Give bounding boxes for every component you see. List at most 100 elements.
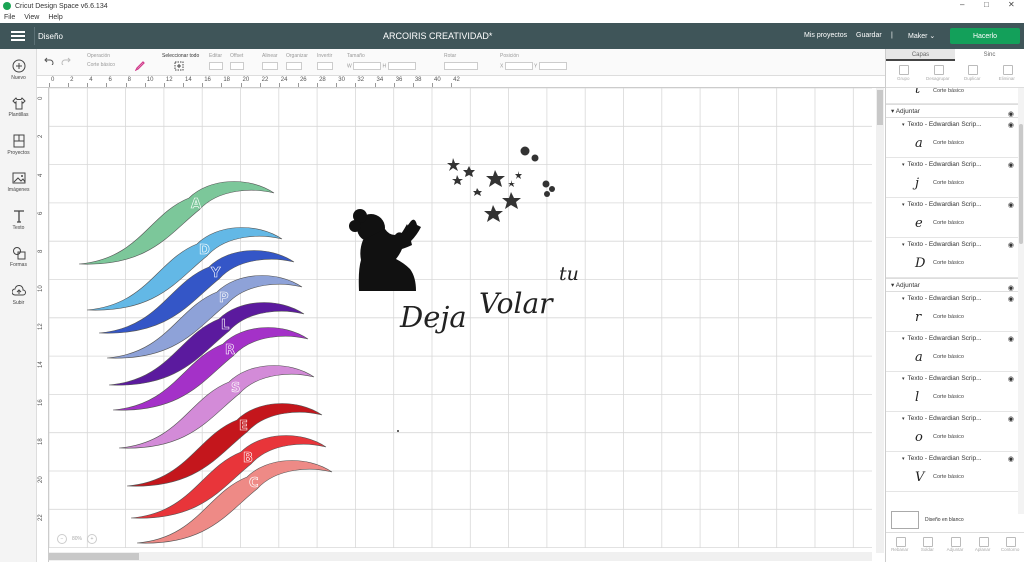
zoom-in-button[interactable]: + [87,534,98,544]
eye-icon[interactable]: ◉ [1008,455,1014,463]
rotate-input[interactable] [444,62,478,70]
size-w-input[interactable] [353,62,382,70]
flatten-button[interactable]: Aplanar [969,533,997,562]
eye-icon[interactable]: ◉ [1008,241,1014,249]
eye-icon[interactable]: ◉ [1008,201,1014,209]
hamburger-menu-icon[interactable] [11,31,25,41]
redo-icon[interactable] [61,57,71,65]
canvas-text-tu[interactable]: tu [559,263,579,285]
horizontal-scrollbar[interactable] [49,552,872,561]
position-x-input[interactable] [504,62,533,70]
vertical-scroll-thumb[interactable] [877,90,883,125]
flip-control[interactable] [317,62,333,70]
layer-item[interactable]: Texto - Edwardian Scrip... ◉ a Corte básico [886,332,1018,372]
layer-item[interactable]: Texto - Edwardian Scrip... ◉ o Corte básico [886,412,1018,452]
header-divider [34,27,35,45]
align-control[interactable] [262,62,278,70]
select-all-group[interactable]: Seleccionar todo [162,53,199,71]
ruler-tick-label: 22 [38,514,44,522]
menu-help[interactable]: Help [48,14,62,21]
offset-group[interactable]: Offset [230,53,244,70]
size-h-input[interactable] [387,62,416,70]
machine-select[interactable]: Maker ⌄ [908,32,935,40]
layer-item[interactable]: Texto - Edwardian Scrip... ◉ a Corte básico [886,118,1018,158]
layer-operation: Corte básico [933,434,964,440]
layer-group-header[interactable]: ▾ Adjuntar ◉ [886,104,1018,118]
save-link[interactable]: Guardar [856,32,882,39]
layer-operation: Corte básico [933,88,964,94]
rotate-group[interactable]: Rotar [444,53,478,70]
layer-name: Texto - Edwardian Scrip... [902,335,982,342]
blank-canvas-row[interactable]: Diseño en blanco [891,511,964,529]
position-y-label: Y [534,63,538,70]
layer-group-label: Adjuntar [895,282,920,289]
layer-operation: Corte básico [933,354,964,360]
pen-color-icon[interactable] [135,61,145,71]
edit-group[interactable]: Editar [209,53,223,70]
layer-item[interactable]: Texto - Edwardian Scrip... ◉ l Corte básico [886,372,1018,412]
tool-projects[interactable]: Proyectos [0,134,37,156]
ruler-tick-label: 16 [204,77,211,83]
arrange-group[interactable]: Organizar [286,53,308,70]
layers-scrollbar[interactable] [1018,88,1024,514]
align-group[interactable]: Alinear [262,53,278,70]
group-button[interactable]: Grupo [886,61,921,87]
position-group[interactable]: Posición X Y [500,53,567,70]
attach-button[interactable]: Adjuntar [941,533,969,562]
duplicate-button[interactable]: Duplicar [955,61,990,87]
menu-file[interactable]: File [4,14,15,21]
weld-button[interactable]: Soldar [914,533,942,562]
operation-select[interactable]: Corte básico [87,62,127,70]
layer-group-header[interactable]: ▾ Adjuntar ◉ [886,278,1018,292]
offset-control[interactable] [230,62,244,70]
contour-button[interactable]: Contorno [996,533,1024,562]
eye-icon[interactable]: ◉ [1008,295,1014,303]
menu-view[interactable]: View [24,14,39,21]
delete-button[interactable]: Eliminar [990,61,1024,87]
zoom-out-button[interactable]: − [57,534,67,544]
layer-item[interactable]: Texto - Edwardian Scrip... ◉ D Corte básico [886,238,1018,278]
tool-new[interactable]: Nuevo [0,59,37,81]
minimize-button[interactable]: – [960,0,964,9]
eye-icon[interactable]: ◉ [1008,121,1014,129]
tool-images[interactable]: Imágenes [0,171,37,193]
blank-canvas-swatch[interactable] [891,511,919,529]
vertical-scrollbar[interactable] [876,88,884,553]
tool-templates[interactable]: Plantillas [0,96,37,118]
arc-letter: Y [210,266,221,281]
layers-scroll-thumb[interactable] [1019,124,1023,244]
tool-text[interactable]: Texto [0,209,37,231]
tool-upload[interactable]: Subir [0,284,37,306]
undo-icon[interactable] [44,57,54,65]
tab-sync[interactable]: Sinc [955,49,1024,61]
my-projects-link[interactable]: Mis proyectos [804,32,847,39]
design-canvas[interactable]: 0 2 4 6 8 10 12 14 16 18 20 22 24 26 28 30 32 34 36 38 40 42 … [37,76,885,562]
layer-item[interactable]: Texto - Edwardian Scrip... ◉ e Corte básico [886,198,1018,238]
canvas-text-deja[interactable]: Deja [399,300,467,334]
close-window-button[interactable]: ✕ [1008,0,1015,9]
size-h-label: H [382,63,387,70]
tab-layers[interactable]: Capas [886,49,955,61]
make-it-button[interactable]: Hacerlo [950,28,1020,44]
position-y-input[interactable] [538,62,567,70]
canvas-text-volar[interactable]: Volar [479,287,554,320]
tool-shapes[interactable]: Formas [0,246,37,268]
eye-icon[interactable]: ◉ [1008,335,1014,343]
layer-item[interactable]: Texto - Edwardian Scrip... ◉ r Corte básico [886,292,1018,332]
eye-icon[interactable]: ◉ [1008,375,1014,383]
layer-item[interactable]: Texto - Edwardian Scrip... ◉ j Corte básico [886,158,1018,198]
layer-item[interactable]: t Corte básico [886,88,1018,104]
slice-button[interactable]: Rebanar [886,533,914,562]
projects-icon [13,134,24,148]
horizontal-scroll-thumb[interactable] [49,553,139,560]
size-group[interactable]: Tamaño W H [347,53,416,70]
arrange-control[interactable] [286,62,302,70]
eye-icon[interactable]: ◉ [1008,415,1014,423]
ungroup-button[interactable]: Desagrupar [921,61,956,87]
layer-item[interactable]: Texto - Edwardian Scrip... ◉ V Corte básico [886,452,1018,492]
flip-group[interactable]: Invertir [317,53,333,70]
edit-control[interactable] [209,62,223,70]
maximize-button[interactable]: □ [984,0,989,9]
canvas-grid[interactable]: ADYPLRSEBC Deja Volar tu [49,88,872,548]
eye-icon[interactable]: ◉ [1008,161,1014,169]
